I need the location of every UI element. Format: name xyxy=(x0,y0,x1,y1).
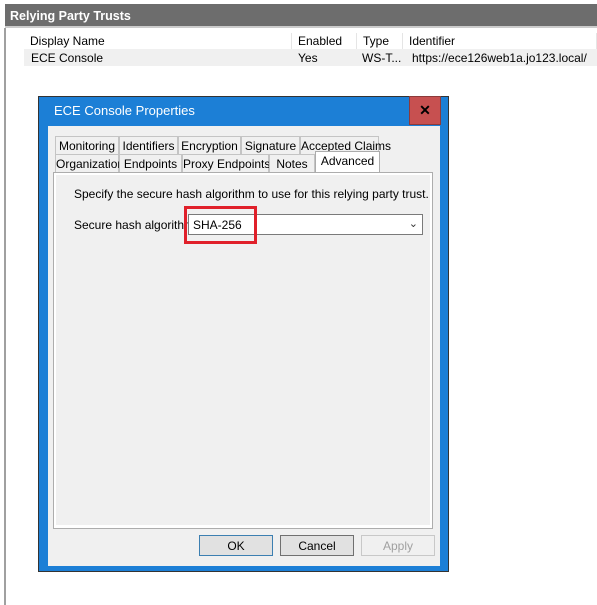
description-text: Specify the secure hash algorithm to use… xyxy=(74,187,429,201)
column-header-identifier[interactable]: Identifier xyxy=(403,33,597,49)
highlight-box xyxy=(184,206,257,244)
cell-enabled: Yes xyxy=(298,51,318,65)
cancel-button[interactable]: Cancel xyxy=(280,535,354,556)
tab-proxy-endpoints[interactable]: Proxy Endpoints xyxy=(182,154,270,172)
apply-button[interactable]: Apply xyxy=(361,535,435,556)
tab-notes[interactable]: Notes xyxy=(269,154,315,172)
tab-encryption[interactable]: Encryption xyxy=(178,136,241,154)
close-icon: ✕ xyxy=(419,102,431,118)
column-header-enabled[interactable]: Enabled xyxy=(292,33,357,49)
cell-display-name: ECE Console xyxy=(31,51,104,65)
panel-title: Relying Party Trusts xyxy=(5,4,597,28)
tab-monitoring[interactable]: Monitoring xyxy=(55,136,119,154)
ok-button[interactable]: OK xyxy=(199,535,273,556)
divider xyxy=(4,28,6,605)
chevron-down-icon: ⌄ xyxy=(408,218,418,230)
tab-endpoints[interactable]: Endpoints xyxy=(119,154,182,172)
cell-identifier: https://ece126web1a.jo123.local/ xyxy=(412,51,587,65)
tab-organization[interactable]: Organization xyxy=(55,154,124,172)
close-button[interactable]: ✕ xyxy=(409,96,441,125)
tab-advanced[interactable]: Advanced xyxy=(315,151,380,172)
dialog-title: ECE Console Properties xyxy=(54,103,195,118)
cell-type: WS-T... xyxy=(362,51,402,65)
hash-label: Secure hash algorithm: xyxy=(74,218,198,232)
tab-signature[interactable]: Signature xyxy=(241,136,300,154)
column-header-display-name[interactable]: Display Name xyxy=(24,33,292,49)
column-header-type[interactable]: Type xyxy=(357,33,403,49)
tab-identifiers[interactable]: Identifiers xyxy=(119,136,178,154)
